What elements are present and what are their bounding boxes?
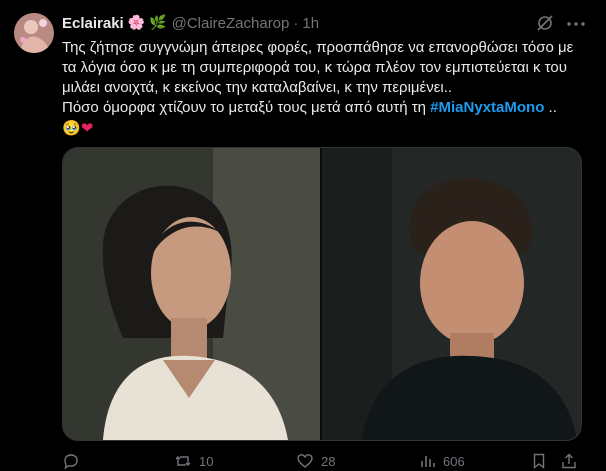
views-count: 606 xyxy=(443,453,465,469)
man-scene-illustration xyxy=(322,148,581,440)
herb-emoji: 🌿 xyxy=(149,15,167,31)
grok-icon[interactable] xyxy=(535,13,555,33)
more-icon[interactable] xyxy=(565,13,587,35)
tweet-paragraph-1: Της ζήτησε συγγνώμη άπειρες φορές, προσπ… xyxy=(62,39,574,96)
teary-face-emoji: 🥹 xyxy=(62,119,81,137)
handle[interactable]: @ClaireZacharop xyxy=(172,15,290,32)
avatar[interactable] xyxy=(14,13,54,53)
separator-dot: · xyxy=(293,14,299,32)
avatar-image xyxy=(14,13,54,53)
retweet-icon xyxy=(175,456,191,466)
share-button[interactable] xyxy=(560,452,590,470)
retweet-button[interactable]: 10 xyxy=(174,452,296,470)
tweet-text-suffix: .. xyxy=(544,99,557,116)
woman-scene-illustration xyxy=(63,148,320,440)
display-name[interactable]: Eclairaki xyxy=(62,15,124,32)
tweet-paragraph-2: Πόσο όμορφα χτίζουν το μεταξύ τους μετά … xyxy=(62,98,590,118)
media-image-left[interactable] xyxy=(63,148,320,440)
hashtag-link[interactable]: #MiaNyxtaMono xyxy=(430,99,544,116)
bookmark-icon xyxy=(533,453,545,469)
heart-icon xyxy=(297,454,313,468)
like-button[interactable]: 28 xyxy=(296,452,418,470)
tweet-text: Της ζήτησε συγγνώμη άπειρες φορές, προσπ… xyxy=(62,38,590,139)
media-grid[interactable] xyxy=(62,147,582,441)
action-bar: 10 28 606 xyxy=(62,451,590,471)
tweet-text-prefix: Πόσο όμορφα χτίζουν το μεταξύ τους μετά … xyxy=(62,99,431,116)
like-count: 28 xyxy=(321,453,336,469)
reply-icon xyxy=(64,454,78,470)
bookmark-button[interactable] xyxy=(530,452,560,470)
timestamp[interactable]: 1h xyxy=(302,15,319,32)
reply-button[interactable] xyxy=(62,452,174,470)
retweet-count: 10 xyxy=(199,453,214,469)
tweet-header: Eclairaki 🌸 🌿 @ClaireZacharop · 1h xyxy=(62,13,319,33)
media-image-right[interactable] xyxy=(322,148,581,440)
views-icon xyxy=(421,456,435,467)
tweet-reactions: 🥹❤ xyxy=(62,118,590,139)
heart-emoji: ❤ xyxy=(80,119,94,137)
tweet[interactable]: Eclairaki 🌸 🌿 @ClaireZacharop · 1h Της ζ… xyxy=(0,0,606,471)
share-icon xyxy=(562,453,576,469)
views-button[interactable]: 606 xyxy=(418,452,530,470)
flower-emoji: 🌸 xyxy=(127,15,146,31)
